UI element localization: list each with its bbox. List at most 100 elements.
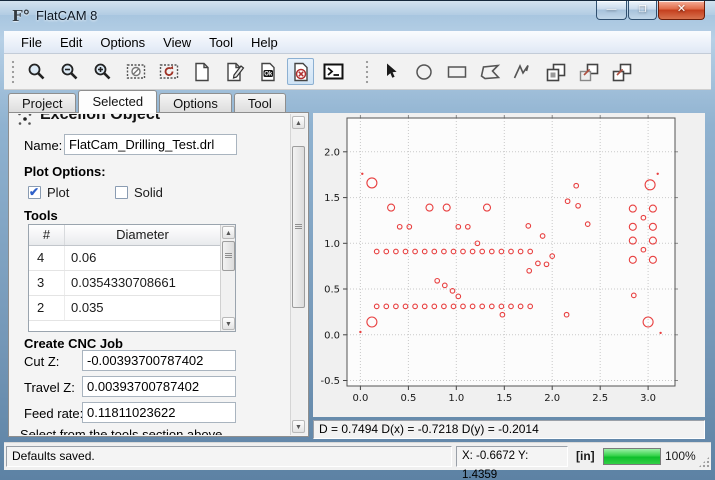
tools-table-scrollbar[interactable]: ▲ ▼ [220, 225, 235, 331]
menu-tool[interactable]: Tool [200, 33, 242, 52]
delete-object-icon[interactable] [287, 58, 314, 85]
main-toolbar: Ok [4, 54, 711, 90]
progress-bar [603, 448, 661, 465]
travel-z-input[interactable] [82, 376, 236, 397]
col-header-number[interactable]: # [29, 225, 65, 245]
menu-options[interactable]: Options [91, 33, 154, 52]
zoom-out-icon[interactable] [56, 58, 83, 85]
feed-rate-label: Feed rate: [24, 406, 83, 421]
svg-text:Ok: Ok [264, 71, 273, 77]
scroll-down-icon[interactable]: ▼ [292, 420, 305, 433]
svg-text:3.0: 3.0 [640, 393, 656, 404]
tools-label: Tools [24, 208, 58, 223]
plot-checkbox[interactable] [28, 186, 41, 199]
menu-edit[interactable]: Edit [51, 33, 91, 52]
flatcam-logo-icon: F° [12, 7, 29, 24]
tool-row[interactable]: 2 0.035 [29, 296, 235, 321]
svg-text:1.0: 1.0 [448, 393, 464, 404]
units-label: [in] [576, 449, 595, 463]
import-ok-icon[interactable]: Ok [254, 58, 281, 85]
svg-text:1.5: 1.5 [324, 193, 340, 204]
resize-grip-icon[interactable] [698, 456, 710, 468]
status-bar: Defaults saved. X: -0.6672 Y: 1.4359 [in… [4, 442, 711, 470]
tools-hint-text: Select from the tools section above [20, 427, 222, 435]
feed-rate-input[interactable] [82, 402, 236, 423]
tab-options[interactable]: Options [159, 93, 232, 113]
draw-circle-icon[interactable] [410, 58, 437, 85]
new-project-icon[interactable] [188, 58, 215, 85]
clear-plot-icon[interactable] [122, 58, 149, 85]
draw-rectangle-icon[interactable] [443, 58, 470, 85]
measurement-readout: D = 0.7494 D(x) = -0.7218 D(y) = -0.2014 [313, 420, 705, 439]
selected-tab-panel: Excellon Object Name: Plot Options: Plot… [8, 112, 309, 437]
scroll-up-icon[interactable]: ▲ [292, 116, 305, 129]
name-label: Name: [24, 138, 62, 153]
zoom-in-icon[interactable] [89, 58, 116, 85]
plot-options-label: Plot Options: [24, 164, 106, 179]
replot-icon[interactable] [155, 58, 182, 85]
svg-text:1.5: 1.5 [496, 393, 512, 404]
progress-percent: 100% [665, 449, 696, 463]
plot-checkbox-label: Plot [47, 185, 69, 200]
draw-polyline-icon[interactable] [509, 58, 536, 85]
plot-area: 0.00.51.01.52.02.53.0-0.50.00.51.01.52.0 [313, 113, 705, 417]
tool-number: 4 [29, 246, 65, 270]
tool-number: 2 [29, 296, 65, 320]
toolbar-drag-handle[interactable] [10, 59, 16, 85]
svg-text:2.5: 2.5 [592, 393, 608, 404]
svg-text:2.0: 2.0 [544, 393, 560, 404]
svg-text:1.0: 1.0 [324, 239, 340, 250]
menu-file[interactable]: File [12, 33, 51, 52]
tab-tool[interactable]: Tool [234, 93, 286, 113]
minimize-button[interactable]: — [596, 1, 627, 20]
tool-number: 3 [29, 271, 65, 295]
progress-bar-fill [604, 449, 660, 464]
close-button[interactable]: ✕ [658, 1, 705, 20]
tool-diameter: 0.035 [65, 296, 220, 320]
travel-z-label: Travel Z: [24, 380, 75, 395]
menu-help[interactable]: Help [242, 33, 287, 52]
col-header-diameter[interactable]: Diameter [65, 225, 235, 245]
excellon-object-icon [16, 114, 34, 128]
tab-selected[interactable]: Selected [78, 90, 157, 113]
duplicate-geometry-icon[interactable] [608, 58, 635, 85]
svg-text:0.0: 0.0 [352, 393, 368, 404]
cnc-section-label: Create CNC Job [24, 336, 123, 351]
zoom-fit-icon[interactable] [23, 58, 50, 85]
panel-title: Excellon Object [40, 114, 160, 124]
menu-view[interactable]: View [154, 33, 200, 52]
panel-scrollbar[interactable]: ▲ ▼ [290, 114, 307, 435]
scroll-up-icon[interactable]: ▲ [222, 226, 235, 239]
solid-checkbox-label: Solid [134, 185, 163, 200]
flatcam-window: F° FlatCAM 8 — ❐ ✕ File Edit Options Vie… [0, 0, 715, 480]
plot-canvas[interactable]: 0.00.51.01.52.02.53.0-0.50.00.51.01.52.0 [313, 113, 705, 417]
name-input[interactable] [64, 134, 237, 155]
scroll-down-icon[interactable]: ▼ [222, 317, 235, 330]
scrollbar-thumb[interactable] [222, 241, 235, 271]
svg-text:0.5: 0.5 [400, 393, 416, 404]
tool-row[interactable]: 4 0.06 [29, 246, 235, 271]
cut-z-label: Cut Z: [24, 354, 59, 369]
toolbar-drag-handle[interactable] [364, 59, 370, 85]
solid-checkbox[interactable] [115, 186, 128, 199]
menu-bar: File Edit Options View Tool Help [4, 31, 711, 54]
window-title: FlatCAM 8 [36, 8, 97, 23]
open-project-icon[interactable] [221, 58, 248, 85]
scrollbar-thumb[interactable] [292, 146, 305, 308]
draw-polygon-icon[interactable] [476, 58, 503, 85]
cursor-coordinates: X: -0.6672 Y: 1.4359 [456, 446, 568, 467]
tools-table: # Diameter 4 0.06 3 0.0354330708661 2 0.… [28, 224, 236, 332]
maximize-button[interactable]: ❐ [628, 1, 657, 20]
copy-objects-icon[interactable] [542, 58, 569, 85]
tools-table-header: # Diameter [29, 225, 235, 246]
status-message: Defaults saved. [6, 446, 452, 467]
svg-text:0.0: 0.0 [324, 330, 340, 341]
notebook-tabs: Project Selected Options Tool [8, 90, 288, 113]
title-bar[interactable]: F° FlatCAM 8 — ❐ ✕ [0, 1, 715, 30]
select-tool-icon[interactable] [377, 58, 404, 85]
tab-project[interactable]: Project [8, 93, 76, 113]
shell-icon[interactable] [320, 58, 347, 85]
cut-z-input[interactable] [82, 350, 236, 371]
tool-row[interactable]: 3 0.0354330708661 [29, 271, 235, 296]
copy-geometry-icon[interactable] [575, 58, 602, 85]
